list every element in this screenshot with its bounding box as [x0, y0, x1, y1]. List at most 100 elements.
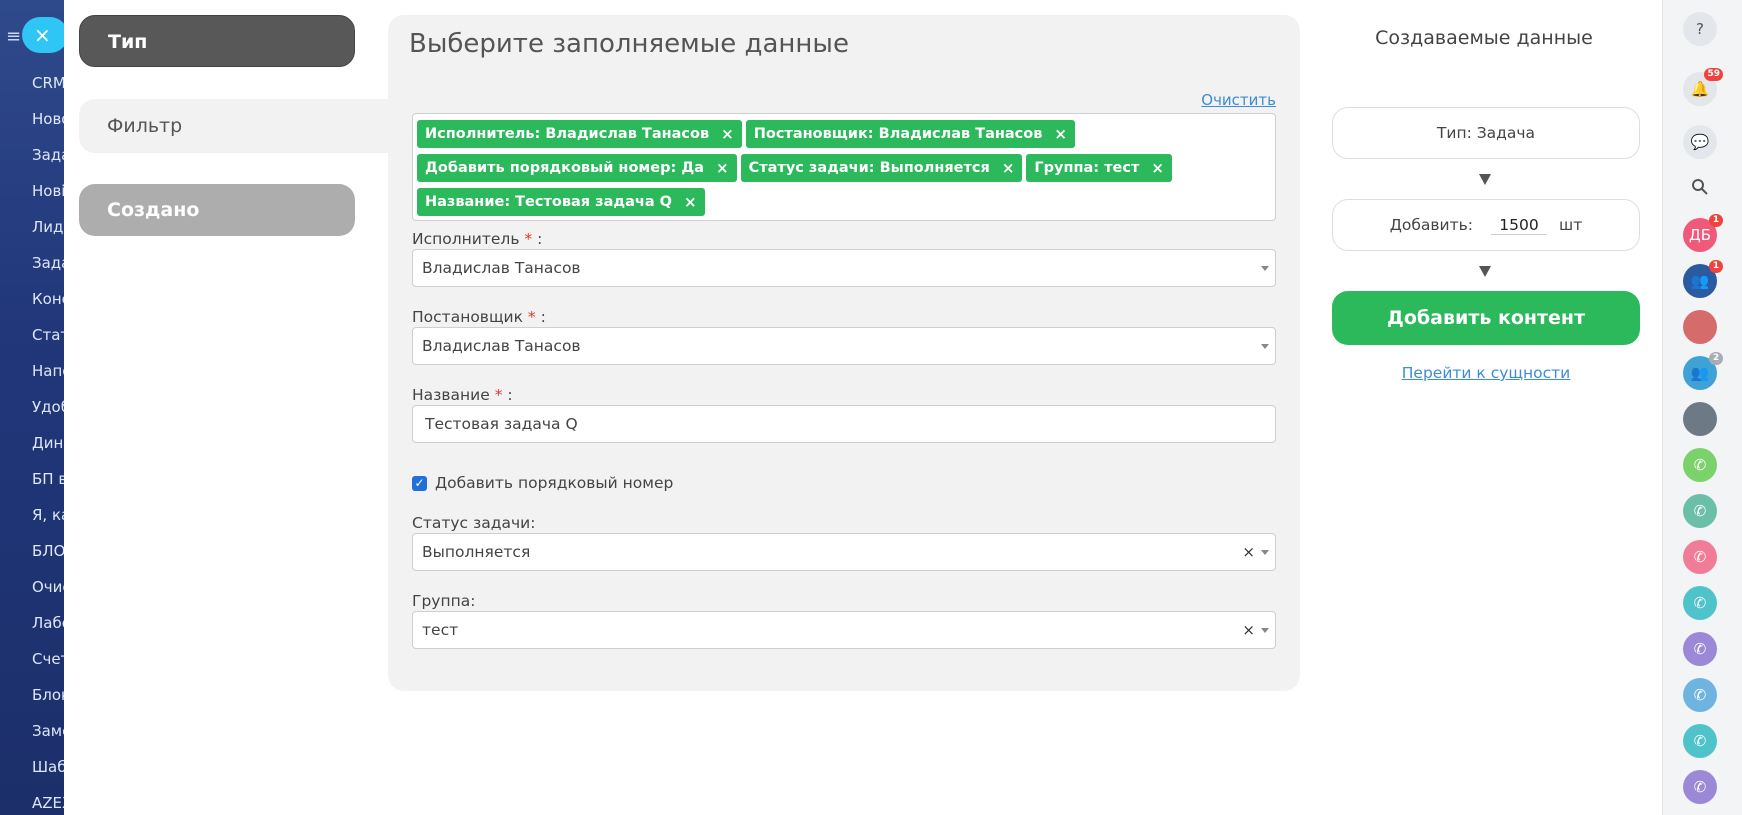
sidebar-item[interactable]: Очис — [32, 576, 64, 612]
sidebar-item[interactable]: Лиды — [32, 216, 64, 252]
sidebar-item[interactable]: Конс — [32, 288, 64, 324]
name-input[interactable]: Тестовая задача Q — [412, 405, 1276, 443]
phone-contact-icon[interactable]: ✆ — [1683, 770, 1717, 804]
filter-tag-label: Название: Тестовая задача Q — [425, 194, 672, 210]
step-tab-created[interactable]: Создано — [79, 184, 355, 236]
step-tab-filter[interactable]: Фильтр — [79, 99, 399, 153]
remove-tag-icon[interactable]: × — [1054, 125, 1067, 143]
name-label: Название * : — [412, 386, 513, 404]
sidebar-item[interactable]: Стат — [32, 324, 64, 360]
executor-label: Исполнитель * : — [412, 230, 543, 248]
sidebar-item[interactable]: Шаб — [32, 756, 64, 792]
summary-title: Создаваемые данные — [1375, 27, 1593, 49]
phone-contact-icon[interactable]: ✆ — [1683, 724, 1717, 758]
remove-tag-icon[interactable]: × — [721, 125, 734, 143]
creator-label: Постановщик * : — [412, 308, 546, 326]
clear-link[interactable]: Очистить — [1201, 91, 1276, 109]
selected-tags: Исполнитель: Владислав Танасов × Постановщ… — [412, 113, 1276, 221]
sidebar-item[interactable]: БЛО — [32, 540, 64, 576]
team-icon[interactable]: 👥 2 — [1683, 352, 1723, 390]
go-to-entity-link[interactable]: Перейти к сущности — [1332, 364, 1640, 382]
add-content-button[interactable]: Добавить контент — [1332, 291, 1640, 345]
avatar-photo[interactable] — [1683, 402, 1717, 436]
add-qty-label: Добавить: — [1389, 216, 1474, 234]
remove-tag-icon[interactable]: × — [716, 159, 729, 177]
phone-contact-icon[interactable]: ✆ — [1683, 678, 1717, 712]
crm-sidebar: ≡ × CRMНовоЗадаНовіЛидыЗадаКонсСтатНапоУ… — [0, 0, 64, 815]
group-badge: 1 — [1709, 260, 1723, 273]
sidebar-item[interactable]: Лабо — [32, 612, 64, 648]
sidebar-item[interactable]: Зада — [32, 252, 64, 288]
sidebar-item[interactable]: Напо — [32, 360, 64, 396]
group-value: тест — [422, 621, 459, 639]
chevron-down-icon — [1261, 628, 1269, 633]
sidebar-item[interactable]: БП в — [32, 468, 64, 504]
filter-tag: Постановщик: Владислав Танасов × — [745, 120, 1075, 148]
chat-icon[interactable]: 💬 — [1683, 125, 1717, 159]
summary-type-text: Тип: Задача — [1436, 124, 1536, 142]
phone-contact-icon[interactable]: ✆ — [1683, 632, 1717, 666]
sequence-number-label: Добавить порядковый номер — [435, 474, 674, 492]
filter-tag: Группа: тест × — [1026, 154, 1172, 182]
filter-panel: Выберите заполняемые данные Очистить Исп… — [388, 15, 1300, 691]
remove-tag-icon[interactable]: × — [684, 193, 697, 211]
menu-icon[interactable]: ≡ — [6, 26, 21, 47]
filter-tag-label: Группа: тест — [1034, 160, 1140, 176]
creator-select[interactable]: Владислав Танасов — [412, 327, 1276, 365]
right-rail: ? 🔔 59 💬 ДБ 1 👥 1 👥 2 ✆ ✆ ✆ ✆ ✆ ✆ ✆ ✆ — [1662, 0, 1742, 815]
sidebar-item[interactable]: AZEX — [32, 792, 64, 815]
clear-icon[interactable]: × — [1242, 612, 1255, 648]
sidebar-item[interactable]: Я, ка — [32, 504, 64, 540]
phone-contact-icon[interactable]: ✆ — [1683, 448, 1717, 482]
checkbox-checked-icon: ✓ — [412, 475, 427, 491]
filter-tag: Добавить порядковый номер: Да × — [417, 154, 737, 182]
avatar-photo[interactable] — [1683, 310, 1717, 344]
name-value: Тестовая задача Q — [425, 415, 578, 433]
notifications-bell-icon[interactable]: 🔔 59 — [1683, 68, 1723, 106]
qty-unit: шт — [1559, 216, 1583, 234]
panel-title: Выберите заполняемые данные — [409, 29, 849, 59]
phone-contact-icon[interactable]: ✆ — [1683, 586, 1717, 620]
sidebar-item[interactable]: CRM — [32, 72, 64, 108]
avatar-db[interactable]: ДБ 1 — [1683, 214, 1723, 252]
group-chat-icon[interactable]: 👥 1 — [1683, 260, 1723, 298]
chevron-down-icon — [1261, 550, 1269, 555]
filter-tag-label: Постановщик: Владислав Танасов — [753, 126, 1043, 142]
sidebar-item[interactable]: Нові — [32, 180, 64, 216]
status-select[interactable]: Выполняется × — [412, 533, 1276, 571]
filter-tag-label: Исполнитель: Владислав Танасов — [425, 126, 710, 142]
sidebar-item[interactable]: Счет — [32, 648, 64, 684]
sequence-number-checkbox[interactable]: ✓ Добавить порядковый номер — [412, 474, 673, 492]
executor-value: Владислав Танасов — [422, 259, 581, 277]
sidebar-item[interactable]: Зада — [32, 144, 64, 180]
sidebar-item[interactable]: Заме — [32, 720, 64, 756]
search-icon[interactable] — [1683, 170, 1717, 204]
filter-tag-label: Добавить порядковый номер: Да — [425, 160, 705, 176]
notifications-badge: 59 — [1704, 68, 1723, 81]
chevron-down-icon — [1261, 266, 1269, 271]
close-slider-button[interactable]: × — [22, 17, 64, 53]
group-label: Группа: — [412, 592, 476, 610]
group-select[interactable]: тест × — [412, 611, 1276, 649]
status-value: Выполняется — [422, 543, 531, 561]
remove-tag-icon[interactable]: × — [1002, 159, 1015, 177]
phone-contact-icon[interactable]: ✆ — [1683, 494, 1717, 528]
sidebar-item[interactable]: Удоб — [32, 396, 64, 432]
executor-select[interactable]: Владислав Танасов — [412, 249, 1276, 287]
sidebar-item[interactable]: Блок — [32, 684, 64, 720]
sidebar-item[interactable]: Дина — [32, 432, 64, 468]
close-icon: × — [34, 23, 51, 47]
clear-icon[interactable]: × — [1242, 534, 1255, 570]
filter-tag: Исполнитель: Владислав Танасов × — [417, 120, 742, 148]
help-icon[interactable]: ? — [1683, 12, 1717, 46]
step-tab-type[interactable]: Тип — [79, 15, 355, 67]
sidebar-item[interactable]: Ново — [32, 108, 64, 144]
quantity-input[interactable]: 1500 — [1491, 216, 1548, 235]
phone-contact-icon[interactable]: ✆ — [1683, 540, 1717, 574]
status-label: Статус задачи: — [412, 514, 536, 532]
arrow-down-icon — [1479, 266, 1491, 277]
filter-tag: Статус задачи: Выполняется × — [740, 154, 1023, 182]
remove-tag-icon[interactable]: × — [1151, 159, 1164, 177]
filter-tag-label: Статус задачи: Выполняется — [748, 160, 990, 176]
summary-qty-box: Добавить: 1500 шт — [1332, 199, 1640, 251]
